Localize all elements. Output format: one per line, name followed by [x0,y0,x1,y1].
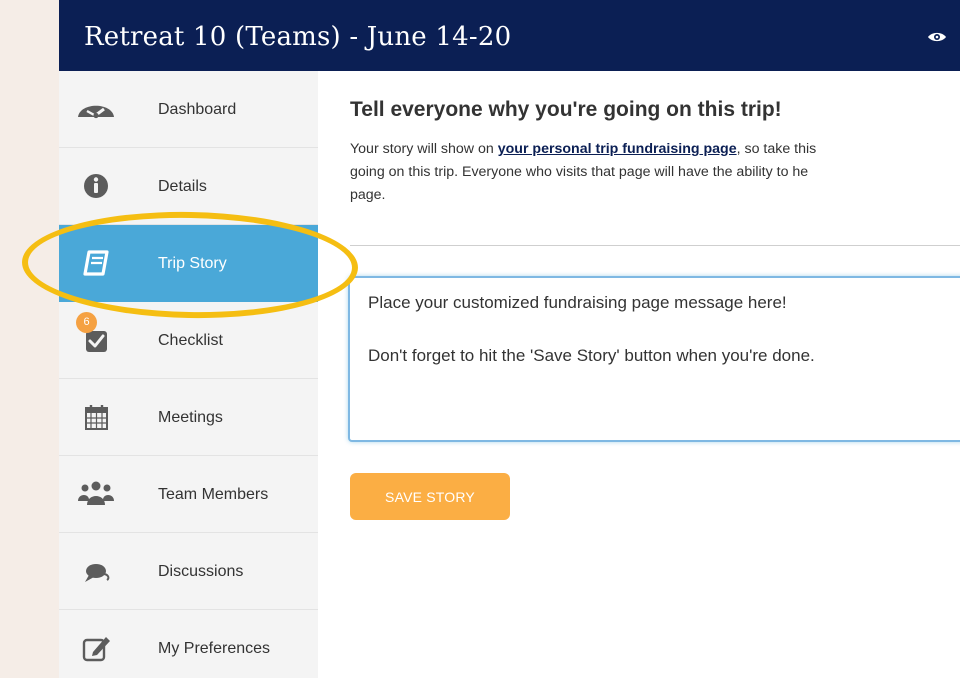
sidebar-item-label: Meetings [158,409,223,426]
sidebar-item-label: Discussions [158,563,244,580]
trip-story-textarea[interactable]: Place your customized fundraising page m… [348,276,960,442]
sidebar-item-dashboard[interactable]: Dashboard [59,71,318,148]
sidebar-item-label: Checklist [158,332,223,349]
header-bar: Retreat 10 (Teams) - June 14-20 [59,0,960,71]
sidebar-item-label: My Preferences [158,640,271,657]
sidebar-item-meetings[interactable]: Meetings [59,379,318,456]
eye-icon[interactable] [927,31,947,43]
info-icon [77,167,115,205]
sidebar-item-details[interactable]: Details [59,148,318,225]
main-content: Tell everyone why you're going on this t… [318,71,960,678]
chat-bubbles-icon [77,552,115,590]
group-icon [77,475,115,513]
checklist-badge: 6 [76,312,97,333]
book-icon [77,244,115,282]
sidebar-item-label: Trip Story [158,255,227,272]
intro-text: Your story will show on your personal tr… [350,138,960,207]
sidebar-item-label: Team Members [158,486,269,503]
intro-line-1: Your story will show on your personal tr… [350,138,960,161]
sidebar-item-team-members[interactable]: Team Members [59,456,318,533]
sidebar-item-label: Details [158,178,207,195]
sidebar-item-checklist[interactable]: 6 Checklist [59,302,318,379]
intro-text-end: , so take this [736,141,817,157]
sidebar-nav: Dashboard Details Trip Story 6 Checklist [59,71,318,678]
sidebar-item-label: Dashboard [158,101,237,118]
section-heading: Tell everyone why you're going on this t… [350,98,782,121]
calendar-icon [77,398,115,436]
edit-icon [77,629,115,667]
divider [350,245,960,246]
speedometer-icon [77,90,115,128]
fundraising-page-link[interactable]: your personal trip fundraising page [498,141,737,157]
sidebar-item-discussions[interactable]: Discussions [59,533,318,610]
save-story-button[interactable]: SAVE STORY [350,473,510,520]
intro-line-2: going on this trip. Everyone who visits … [350,164,809,180]
sidebar-item-trip-story[interactable]: Trip Story [59,225,318,302]
intro-text-start: Your story will show on [350,141,498,157]
page-title: Retreat 10 (Teams) - June 14-20 [84,22,512,52]
app-window: Retreat 10 (Teams) - June 14-20 Dashboar… [59,0,960,678]
story-line-2: Don't forget to hit the 'Save Story' but… [368,346,815,365]
intro-line-3: page. [350,187,386,203]
sidebar-item-my-preferences[interactable]: My Preferences [59,610,318,678]
story-line-1: Place your customized fundraising page m… [368,293,787,312]
